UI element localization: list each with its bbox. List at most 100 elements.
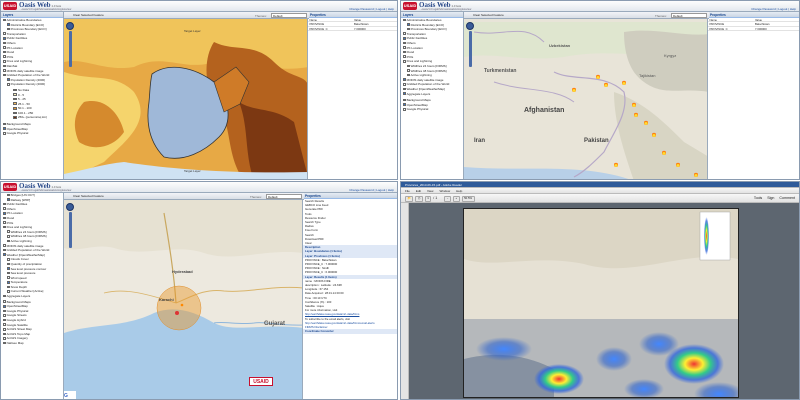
zoom-in-button[interactable]: + bbox=[452, 196, 460, 202]
layer-checkbox[interactable] bbox=[3, 309, 6, 313]
layer-checkbox[interactable] bbox=[3, 207, 6, 211]
menu-item[interactable]: Help bbox=[456, 189, 462, 193]
layer-item[interactable]: Aggregate Layers bbox=[1, 294, 63, 299]
layer-checkbox[interactable] bbox=[3, 41, 6, 45]
header-links[interactable]: Change Password | Logout | Help bbox=[349, 7, 394, 11]
layer-checkbox[interactable] bbox=[403, 50, 406, 54]
layer-item[interactable]: Population Density (2000) bbox=[1, 82, 63, 87]
layer-checkbox[interactable] bbox=[3, 294, 6, 298]
layer-checkbox[interactable] bbox=[403, 60, 406, 63]
layer-checkbox[interactable] bbox=[3, 216, 6, 220]
layer-checkbox[interactable] bbox=[3, 221, 6, 224]
layer-checkbox[interactable] bbox=[7, 78, 10, 82]
fires-map[interactable]: Uzbekistan Turkmenistan Kyrgyz Tajikista… bbox=[464, 12, 709, 179]
layer-checkbox[interactable] bbox=[7, 285, 10, 289]
zoom-slider[interactable] bbox=[68, 31, 72, 67]
page-input[interactable]: 1 bbox=[424, 196, 432, 202]
fire-marker[interactable] bbox=[644, 120, 648, 125]
map-view[interactable]: Clear Selected Feature Themes: Default Ta… bbox=[64, 12, 309, 179]
layer-checkbox[interactable] bbox=[7, 83, 10, 86]
menu-item[interactable]: File bbox=[405, 189, 410, 193]
layer-checkbox[interactable] bbox=[3, 18, 6, 22]
layer-checkbox[interactable] bbox=[3, 73, 6, 77]
fire-marker[interactable] bbox=[622, 80, 626, 85]
layer-checkbox[interactable] bbox=[3, 300, 6, 303]
layer-checkbox[interactable] bbox=[3, 69, 6, 72]
layer-checkbox[interactable] bbox=[3, 127, 6, 130]
layer-item[interactable]: Google Physical bbox=[401, 107, 463, 112]
fire-marker[interactable] bbox=[694, 172, 698, 177]
fire-marker[interactable] bbox=[662, 150, 666, 155]
layer-item[interactable]: NatGeo Map bbox=[1, 341, 63, 346]
layer-checkbox[interactable] bbox=[3, 212, 6, 215]
layer-checkbox[interactable] bbox=[403, 32, 406, 36]
layer-checkbox[interactable] bbox=[3, 318, 6, 322]
layer-checkbox[interactable] bbox=[7, 267, 10, 270]
zoom-control[interactable] bbox=[66, 203, 74, 249]
map-view[interactable]: Clear Selected Feature Themes: Default Hy… bbox=[64, 193, 304, 399]
layer-checkbox[interactable] bbox=[7, 230, 10, 234]
layer-checkbox[interactable] bbox=[3, 64, 6, 68]
layer-checkbox[interactable] bbox=[7, 280, 10, 284]
layer-checkbox[interactable] bbox=[7, 262, 10, 266]
clear-feature-button[interactable]: Clear Selected Feature bbox=[467, 13, 504, 17]
menu-item[interactable]: Window bbox=[439, 189, 450, 193]
layer-checkbox[interactable] bbox=[7, 235, 10, 238]
menu-item[interactable]: View bbox=[427, 189, 433, 193]
fire-marker[interactable] bbox=[652, 132, 656, 137]
layer-checkbox[interactable] bbox=[3, 202, 6, 206]
layer-checkbox[interactable] bbox=[403, 78, 406, 82]
layer-checkbox[interactable] bbox=[403, 107, 406, 111]
layer-checkbox[interactable] bbox=[3, 122, 6, 126]
layer-checkbox[interactable] bbox=[3, 50, 6, 54]
layer-checkbox[interactable] bbox=[403, 37, 406, 40]
layer-checkbox[interactable] bbox=[403, 83, 406, 86]
layer-checkbox[interactable] bbox=[3, 225, 6, 229]
layer-checkbox[interactable] bbox=[407, 23, 410, 26]
layer-checkbox[interactable] bbox=[403, 41, 406, 45]
layer-checkbox[interactable] bbox=[403, 87, 406, 91]
fire-marker[interactable] bbox=[614, 162, 618, 167]
zoom-out-button[interactable]: − bbox=[444, 196, 451, 202]
layer-checkbox[interactable] bbox=[407, 64, 410, 68]
layer-checkbox[interactable] bbox=[7, 27, 10, 31]
zoom-level[interactable]: 50.5% bbox=[461, 196, 475, 202]
zoom-slider[interactable] bbox=[468, 31, 472, 67]
fire-marker[interactable] bbox=[572, 87, 576, 92]
map-view[interactable]: Clear Selected Feature Themes: Default Uz… bbox=[464, 12, 709, 179]
layer-checkbox[interactable] bbox=[403, 98, 406, 102]
population-density-map[interactable]: Target Layer Target Layer bbox=[64, 12, 309, 179]
print-button[interactable]: ⎙ bbox=[415, 196, 423, 202]
layer-checkbox[interactable] bbox=[3, 244, 6, 247]
street-map[interactable]: Hyderabad Karachi Gujarat G bbox=[64, 193, 304, 399]
layer-checkbox[interactable] bbox=[3, 314, 6, 317]
layer-checkbox[interactable] bbox=[3, 55, 6, 59]
layer-checkbox[interactable] bbox=[3, 323, 6, 326]
fire-marker[interactable] bbox=[632, 102, 636, 107]
pan-control[interactable] bbox=[66, 203, 74, 211]
themes-select[interactable]: Themes: Default bbox=[255, 13, 307, 18]
layer-checkbox[interactable] bbox=[3, 337, 6, 340]
themes-select[interactable]: Themes: Default bbox=[655, 13, 707, 18]
layer-checkbox[interactable] bbox=[7, 271, 10, 275]
layer-checkbox[interactable] bbox=[3, 37, 6, 40]
fire-marker[interactable] bbox=[604, 82, 608, 87]
fire-marker[interactable] bbox=[634, 112, 638, 117]
layer-checkbox[interactable] bbox=[403, 103, 406, 106]
header-links[interactable]: Change Password | Logout | Help bbox=[349, 188, 394, 192]
layer-checkbox[interactable] bbox=[407, 69, 410, 72]
layer-item[interactable]: Aggregate Layers bbox=[401, 92, 463, 97]
layer-checkbox[interactable] bbox=[3, 253, 6, 257]
layer-checkbox[interactable] bbox=[403, 18, 406, 22]
pan-control[interactable] bbox=[466, 22, 474, 30]
layer-checkbox[interactable] bbox=[3, 32, 6, 36]
layer-checkbox[interactable] bbox=[3, 341, 6, 345]
layer-item[interactable]: Google Physical bbox=[1, 131, 63, 136]
themes-select[interactable]: Themes: Default bbox=[250, 194, 302, 199]
zoom-control[interactable] bbox=[66, 22, 74, 68]
clear-feature-button[interactable]: Clear Selected Feature bbox=[67, 194, 104, 198]
layer-checkbox[interactable] bbox=[403, 55, 406, 59]
layer-checkbox[interactable] bbox=[3, 46, 6, 49]
layer-checkbox[interactable] bbox=[3, 327, 6, 331]
pan-control[interactable] bbox=[66, 22, 74, 30]
